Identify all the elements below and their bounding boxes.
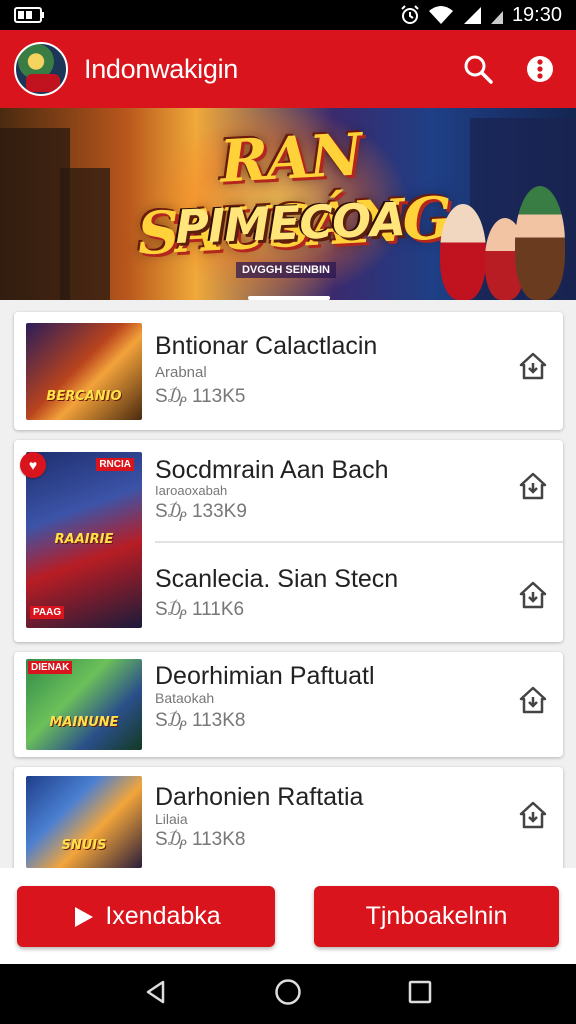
thumbnail-label: MAINUNE (49, 715, 119, 730)
item-title: Darhonien Raftatia (155, 783, 364, 811)
thumbnail-label: BERCANIO (46, 389, 122, 404)
more-menu-button[interactable] (518, 47, 562, 91)
alarm-icon (401, 5, 419, 24)
wifi-icon (428, 6, 453, 24)
item-meta: S₯ 113K8 (155, 829, 246, 850)
item-meta: S₯ 113K8 (155, 710, 246, 731)
thumbnail-art (26, 776, 142, 868)
secondary-action-button[interactable]: Tjnboakelnin (314, 886, 559, 947)
install-icon (519, 686, 547, 714)
install-icon (519, 801, 547, 829)
item-title: Socdmrain Aan Bach (155, 456, 389, 484)
status-left (14, 6, 44, 24)
item-subtitle: Arabnal (155, 364, 207, 381)
signal-icon-secondary (490, 11, 503, 24)
favorite-badge-icon: ♥ (20, 452, 46, 478)
hero-tagline: DVGGH SEINBIN (236, 262, 336, 278)
search-icon (464, 55, 493, 84)
game-list: BERCANIO Bntionar Calactlacin Arabnal S₯… (0, 300, 576, 868)
install-icon (519, 581, 547, 609)
list-item[interactable]: MAINUNE DIENAK Deorhimian Paftuatl Batao… (14, 652, 563, 757)
status-bar: 19:30 (0, 0, 576, 30)
install-button[interactable] (515, 468, 551, 504)
install-button[interactable] (515, 682, 551, 718)
recents-nav-icon (409, 980, 432, 1003)
system-nav-bar (0, 964, 576, 1024)
app-title: Indonwakigin (84, 53, 239, 84)
item-title: Deorhimian Paftuatl (155, 662, 375, 690)
item-meta: S₯ 111K6 (155, 599, 245, 620)
avatar[interactable] (14, 42, 68, 96)
hero-banner[interactable]: RAN SAUSÁNG PIMECOA DVGGH SEINBIN (0, 108, 576, 300)
install-button[interactable] (515, 348, 551, 384)
item-meta: S₯ 113K5 (155, 386, 246, 407)
item-subtitle: Iaroaoxabah (155, 483, 228, 498)
list-item-group: RAAIRIE RNCIA PAAG Socdmrain Aan Bach Ia… (14, 440, 563, 642)
hero-character-3 (515, 186, 565, 300)
back-nav-icon (146, 980, 164, 1003)
play-button-label: Ixendabka (105, 902, 221, 930)
thumbnail-label: SNUIS (61, 838, 107, 853)
signal-icon (463, 7, 481, 24)
list-item[interactable]: Socdmrain Aan Bach Iaroaoxabah S₯ 133K9 (14, 440, 563, 541)
app-bar: Indonwakigin (0, 30, 576, 108)
play-button[interactable]: Ixendabka (17, 886, 275, 947)
list-item[interactable]: SNUIS Darhonien Raftatia Lilaia S₯ 113K8 (14, 767, 563, 868)
item-subtitle: Bataokah (155, 690, 215, 706)
install-icon (519, 472, 547, 500)
item-title: Bntionar Calactlacin (155, 332, 378, 360)
list-item[interactable]: BERCANIO Bntionar Calactlacin Arabnal S₯… (14, 312, 563, 430)
item-badge: DIENAK (28, 661, 73, 674)
thumbnail-art (26, 323, 142, 420)
hero-title-line2: PIMECOA (174, 192, 406, 254)
home-nav-button[interactable] (274, 978, 302, 1011)
more-menu-icon (527, 56, 553, 82)
item-thumbnail: MAINUNE DIENAK (26, 659, 142, 750)
hero-character-1 (440, 204, 486, 300)
item-title: Scanlecia. Sian Stecn (155, 565, 399, 593)
list-item[interactable]: Scanlecia. Sian Stecn S₯ 111K6 (14, 543, 563, 642)
item-meta: S₯ 133K9 (155, 501, 247, 522)
install-button[interactable] (515, 797, 551, 833)
item-thumbnail: BERCANIO (26, 323, 142, 420)
item-subtitle: Lilaia (155, 811, 188, 827)
recents-nav-button[interactable] (407, 979, 433, 1010)
home-nav-icon (275, 978, 301, 1005)
secondary-action-label: Tjnboakelnin (365, 902, 508, 930)
search-button[interactable] (456, 47, 500, 91)
back-nav-button[interactable] (143, 979, 169, 1010)
install-icon (519, 352, 547, 380)
install-button[interactable] (515, 577, 551, 613)
item-thumbnail: SNUIS (26, 776, 142, 868)
status-right: 19:30 (400, 4, 562, 27)
battery-icon (14, 7, 44, 23)
play-icon (75, 906, 94, 927)
status-time: 19:30 (511, 3, 562, 26)
bottom-action-bar: Ixendabka Tjnboakelnin (0, 868, 576, 964)
